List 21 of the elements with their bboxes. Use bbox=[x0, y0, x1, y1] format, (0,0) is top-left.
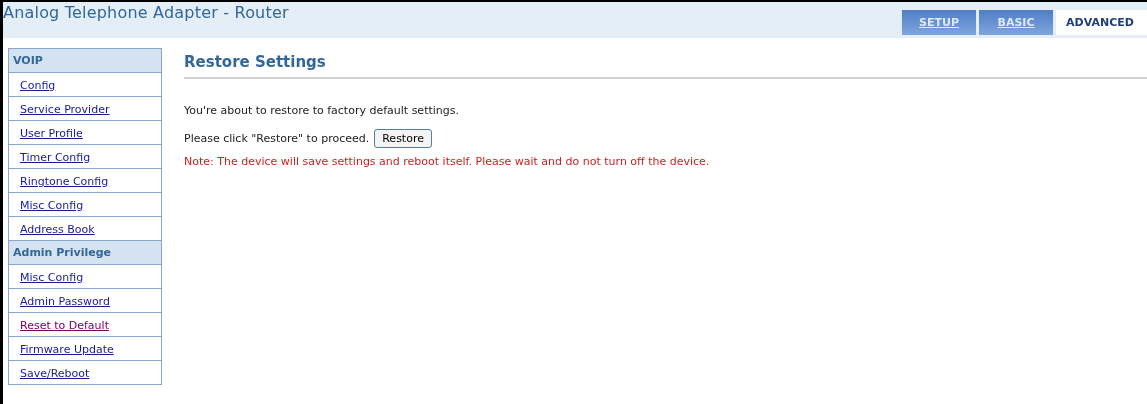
prompt-text: Please click "Restore" to proceed. bbox=[184, 132, 370, 145]
window-title: Analog Telephone Adapter - Router bbox=[3, 2, 289, 22]
nav-tab[interactable]: ADVANCED bbox=[1056, 10, 1147, 35]
sidebar-section-header: Admin Privilege bbox=[9, 241, 161, 265]
info-text: You're about to restore to factory default settings. bbox=[184, 104, 460, 117]
sidebar-link[interactable]: Misc Config bbox=[20, 271, 84, 284]
sidebar-link[interactable]: Misc Config bbox=[20, 199, 84, 212]
sidebar-link[interactable]: Admin Password bbox=[20, 295, 110, 308]
warning-note: Note: The device will save settings and reboot itself. Please wait and do not turn off the device. bbox=[184, 155, 711, 168]
page-heading: Restore Settings bbox=[184, 53, 1147, 79]
sidebar-link[interactable]: Address Book bbox=[20, 223, 95, 236]
sidebar-link[interactable]: Config bbox=[20, 79, 56, 92]
sidebar-link[interactable]: Firmware Update bbox=[20, 343, 114, 356]
sidebar-link[interactable]: User Profile bbox=[20, 127, 83, 140]
sidebar-link[interactable]: Ringtone Config bbox=[20, 175, 109, 188]
restore-button[interactable]: Restore bbox=[374, 129, 432, 148]
sidebar-link[interactable]: Reset to Default bbox=[20, 319, 109, 332]
sidebar-link[interactable]: Save/Reboot bbox=[20, 367, 90, 380]
sidebar-link[interactable]: Timer Config bbox=[20, 151, 91, 164]
sidebar-section-header: VOIP bbox=[9, 49, 161, 73]
sidebar-link[interactable]: Service Provider bbox=[20, 103, 110, 116]
